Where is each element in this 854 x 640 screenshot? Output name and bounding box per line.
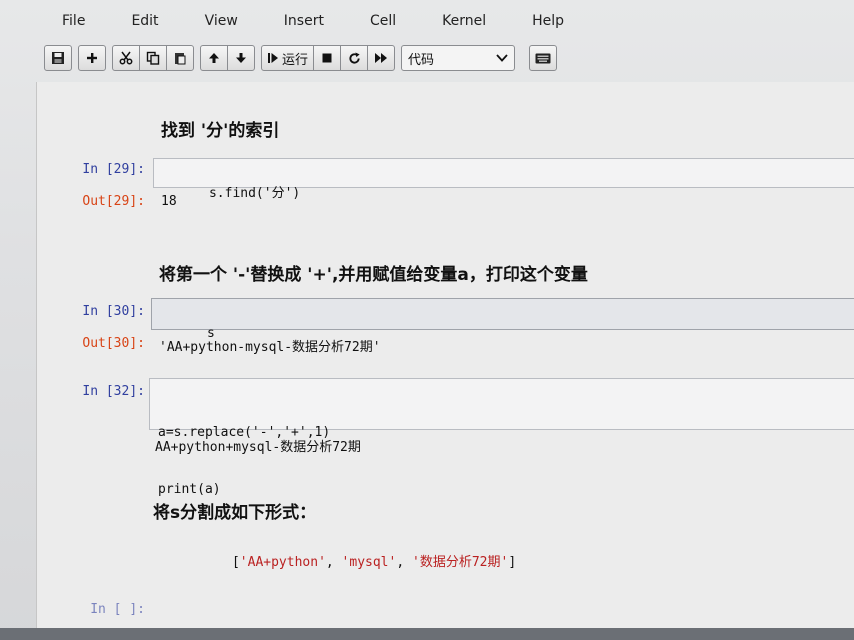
menu-file[interactable]: File	[40, 13, 109, 29]
arrow-down-icon	[236, 53, 246, 63]
keyboard-icon	[535, 53, 551, 63]
jupyter-page: File Edit View Insert Cell Kernel Help 运…	[0, 0, 854, 640]
menu-view[interactable]: View	[183, 13, 262, 29]
menu-kernel[interactable]: Kernel	[420, 13, 510, 29]
notebook-container: 找到 '分'的索引 In [29]: s.find('分') Out[29]: …	[36, 82, 854, 640]
run-button[interactable]: 运行	[261, 45, 315, 71]
input-prompt: In [29]:	[82, 162, 145, 177]
code-text: s.find('分')	[208, 186, 301, 201]
save-icon	[52, 52, 64, 64]
code-cell-29[interactable]: s.find('分')	[153, 158, 854, 201]
input-prompt: In [30]:	[82, 304, 145, 319]
markdown-heading-replace: 将第一个 '-'替换成 '+',并用赋值给变量a，打印这个变量	[159, 265, 588, 285]
toolbar: 运行 代码	[44, 40, 558, 76]
move-down-button[interactable]	[227, 45, 255, 71]
insert-cell-button[interactable]	[78, 45, 106, 71]
restart-button[interactable]	[340, 45, 369, 71]
expected-list-output: ['AA+python', 'mysql', '数据分析72期']	[185, 536, 516, 585]
list-bracket: [	[231, 555, 240, 570]
cut-icon	[119, 51, 133, 65]
cell-type-value: 代码	[408, 52, 435, 68]
chevron-down-icon	[496, 54, 508, 62]
save-button[interactable]	[44, 45, 72, 71]
interrupt-button[interactable]	[313, 45, 342, 71]
move-up-button[interactable]	[200, 45, 228, 71]
code-cell-32[interactable]: a=s.replace('-','+',1) print(a)	[149, 378, 854, 497]
menu-insert[interactable]: Insert	[262, 13, 348, 29]
run-label: 运行	[282, 52, 309, 68]
command-palette-button[interactable]	[529, 45, 558, 71]
output-prompt: Out[29]:	[82, 194, 145, 209]
cut-button[interactable]	[112, 45, 140, 71]
input-prompt: In [32]:	[82, 384, 145, 399]
list-separator: ,	[325, 555, 342, 570]
restart-icon	[348, 51, 360, 64]
run-icon	[268, 53, 278, 63]
code-cell-30[interactable]: s	[151, 298, 854, 341]
stop-icon	[322, 53, 332, 63]
input-prompt: In [ ]:	[90, 602, 145, 617]
list-item: 'AA+python'	[239, 555, 326, 570]
taskbar	[0, 628, 854, 640]
output-value: 'AA+python-mysql-数据分析72期'	[159, 340, 381, 355]
list-item: '数据分析72期'	[412, 555, 509, 570]
arrow-up-icon	[209, 53, 219, 63]
code-line: print(a)	[158, 482, 221, 497]
menu-bar: File Edit View Insert Cell Kernel Help	[40, 6, 854, 36]
paste-button[interactable]	[166, 45, 194, 71]
copy-button[interactable]	[139, 45, 167, 71]
stdout-output: AA+python+mysql-数据分析72期	[155, 440, 361, 455]
output-prompt: Out[30]:	[82, 336, 145, 351]
markdown-heading-find-index: 找到 '分'的索引	[161, 121, 280, 141]
menu-edit[interactable]: Edit	[109, 13, 182, 29]
cell-type-select[interactable]: 代码	[401, 45, 516, 71]
run-group: 运行	[261, 45, 396, 71]
paste-icon	[175, 53, 186, 65]
clipboard-group	[112, 45, 194, 71]
markdown-heading-split: 将s分割成如下形式：	[153, 503, 317, 523]
output-value: 18	[161, 194, 177, 209]
move-group	[200, 45, 255, 71]
list-separator: ,	[396, 555, 412, 570]
menu-cell[interactable]: Cell	[348, 13, 420, 29]
list-bracket: ]	[508, 555, 517, 570]
fast-forward-icon	[375, 53, 388, 63]
plus-icon	[87, 53, 97, 63]
list-item: 'mysql'	[341, 555, 397, 570]
run-all-button[interactable]	[367, 45, 396, 71]
menu-help[interactable]: Help	[510, 13, 588, 29]
copy-icon	[146, 51, 160, 65]
